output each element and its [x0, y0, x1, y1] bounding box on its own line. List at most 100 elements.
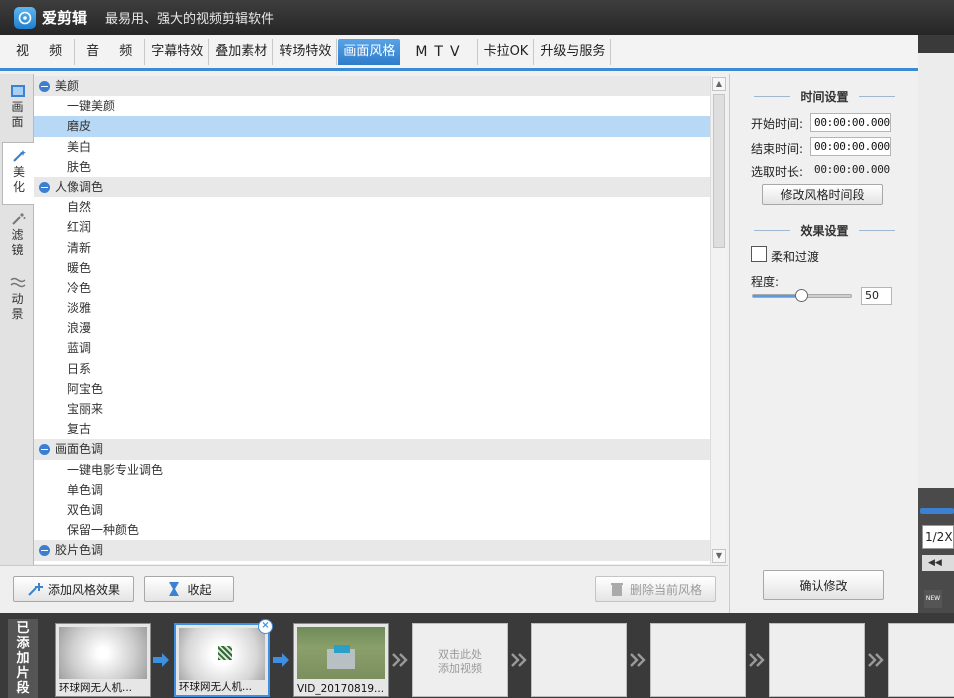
add-effect-button[interactable]: 添加风格效果	[13, 576, 134, 602]
timeline-label-char: 加	[16, 651, 30, 666]
timeline-clip[interactable]: 环球网无人机...	[55, 623, 151, 697]
side-tab-motion[interactable]: 动 景	[2, 270, 33, 333]
side-tab-filter[interactable]: 滤 镜	[2, 206, 33, 269]
hourglass-icon	[169, 582, 180, 596]
effect-list-item[interactable]: 保留一种颜色	[34, 520, 710, 540]
remove-clip-icon[interactable]: ×	[258, 619, 273, 634]
settings-panel: 时间设置 开始时间: 00:00:00.000 结束时间: 00:00:00.0…	[729, 74, 918, 613]
tab-mtv[interactable]: MTV	[401, 38, 478, 65]
effect-list-item[interactable]: 清新	[34, 238, 710, 258]
arrow-right-icon	[273, 653, 289, 667]
effect-label: 美白	[67, 139, 92, 154]
tab-picture-style[interactable]: 画面风格	[338, 38, 401, 65]
effect-list-item[interactable]: 淡雅	[34, 298, 710, 318]
effect-list-item[interactable]: 冷色	[34, 278, 710, 298]
tab-subtitle-effects[interactable]: 字幕特效	[146, 38, 210, 65]
effect-label: 清新	[67, 240, 92, 255]
effect-list-item[interactable]: 阿宝色	[34, 379, 710, 399]
effect-list-item[interactable]: 宝丽来	[34, 399, 710, 419]
effect-list-item[interactable]: 暖色	[34, 258, 710, 278]
effect-action-bar: 添加风格效果 收起 删除当前风格	[0, 565, 728, 613]
effect-list-item[interactable]: 肤色	[34, 157, 710, 177]
preview-header	[918, 35, 954, 53]
tab-karaoke[interactable]: 卡拉OK	[479, 38, 535, 65]
degree-input[interactable]: 50	[861, 287, 892, 305]
scrollbar-thumb[interactable]	[713, 94, 725, 248]
collapse-minus-icon[interactable]	[39, 181, 50, 193]
effect-label: 单色调	[67, 482, 104, 497]
tab-upgrade-service[interactable]: 升级与服务	[535, 38, 612, 65]
degree-slider[interactable]	[752, 289, 852, 302]
confirm-button[interactable]: 确认修改	[763, 570, 884, 600]
tab-overlay-material[interactable]: 叠加素材	[210, 38, 274, 65]
category-side-tabs: 画 面 美 化 滤 镜 动 景	[0, 74, 35, 566]
film-icon	[10, 85, 25, 97]
rewind-button[interactable]: ◀◀	[922, 555, 954, 571]
tab-transition-effects[interactable]: 转场特效	[274, 38, 338, 65]
effect-list-item[interactable]: 一键电影专业调色	[34, 460, 710, 480]
add-video-hint-line2: 添加视频	[438, 662, 482, 675]
effect-list-item[interactable]: 日系	[34, 359, 710, 379]
effect-list-item[interactable]: 单色调	[34, 480, 710, 500]
effect-label: 暖色	[67, 260, 92, 275]
trash-icon	[610, 583, 623, 596]
new-badge-icon[interactable]: NEW	[924, 590, 942, 608]
app-slogan: 最易用、强大的视频剪辑软件	[105, 12, 275, 27]
start-time-input[interactable]: 00:00:00.000	[810, 113, 891, 132]
timeline-clip[interactable]: VID_20170819...	[293, 623, 389, 697]
empty-clip-slot[interactable]	[531, 623, 627, 697]
side-tab-picture[interactable]: 画 面	[2, 78, 33, 141]
add-video-hint-line1: 双击此处	[438, 648, 482, 661]
collapse-minus-icon[interactable]	[39, 544, 50, 556]
empty-clip-slot[interactable]	[888, 623, 954, 697]
end-time-input[interactable]: 00:00:00.000	[810, 137, 891, 156]
effect-list-item[interactable]: 自然	[34, 197, 710, 217]
modify-time-segment-button[interactable]: 修改风格时间段	[762, 184, 883, 205]
soft-transition-checkbox[interactable]	[751, 246, 767, 262]
empty-clip-slot[interactable]	[769, 623, 865, 697]
effect-label: 自然	[67, 200, 92, 215]
collapse-button[interactable]: 收起	[144, 576, 234, 602]
effect-list-item[interactable]: 一键美颜	[34, 96, 710, 116]
clip-caption: 环球网无人机...	[179, 681, 253, 693]
start-time-label: 开始时间:	[751, 117, 804, 131]
duration-label: 选取时长:	[751, 165, 804, 179]
effect-group-header[interactable]: 画面色调	[34, 439, 710, 460]
collapse-minus-icon[interactable]	[39, 80, 50, 92]
playback-speed[interactable]: 1/2X	[922, 525, 954, 549]
tab-audio[interactable]: 音 频	[76, 38, 146, 65]
effect-group-header[interactable]: 胶片色调	[34, 540, 710, 561]
preview-progress-bar[interactable]	[920, 508, 954, 514]
scroll-down-icon[interactable]: ▼	[712, 549, 726, 563]
empty-clip-slot[interactable]	[650, 623, 746, 697]
effect-list-item[interactable]: 红润	[34, 217, 710, 237]
scroll-up-icon[interactable]: ▲	[712, 77, 726, 91]
effect-label: 冷色	[67, 280, 92, 295]
collapse-minus-icon[interactable]	[39, 443, 50, 455]
effect-list-item[interactable]: 美白	[34, 137, 710, 157]
timeline-clip[interactable]: 环球网无人机...	[174, 623, 270, 697]
degree-slider-thumb[interactable]	[795, 289, 808, 302]
effect-list-item[interactable]: 双色调	[34, 500, 710, 520]
added-clips-label: 已 添 加 片 段	[8, 619, 38, 698]
wand-sparkle-icon	[11, 213, 25, 225]
chevron-double-right-icon	[868, 653, 884, 667]
add-video-slot[interactable]: 双击此处 添加视频	[412, 623, 508, 697]
clip-thumbnail	[179, 628, 265, 680]
effect-group-header[interactable]: 美颜	[34, 76, 710, 97]
qr-code-icon	[218, 646, 232, 660]
side-tab-label: 面	[11, 115, 24, 129]
effect-list-item[interactable]: 复古	[34, 419, 710, 439]
side-tab-label: 动	[11, 292, 24, 306]
effect-list-item[interactable]: 蓝调	[34, 338, 710, 358]
effect-list-scrollbar[interactable]: ▲ ▼	[710, 76, 727, 564]
effect-list-item[interactable]: 磨皮	[34, 116, 710, 137]
side-tab-beautify[interactable]: 美 化	[2, 142, 35, 205]
effect-group-header[interactable]: 人像调色	[34, 176, 710, 198]
delete-effect-button[interactable]: 删除当前风格	[595, 576, 716, 602]
soft-transition-label: 柔和过渡	[771, 250, 820, 264]
tab-video[interactable]: 视 频	[6, 38, 76, 65]
effect-label: 美颜	[55, 79, 80, 94]
effect-list-item[interactable]: 浪漫	[34, 318, 710, 338]
effect-label: 淡雅	[67, 301, 92, 316]
